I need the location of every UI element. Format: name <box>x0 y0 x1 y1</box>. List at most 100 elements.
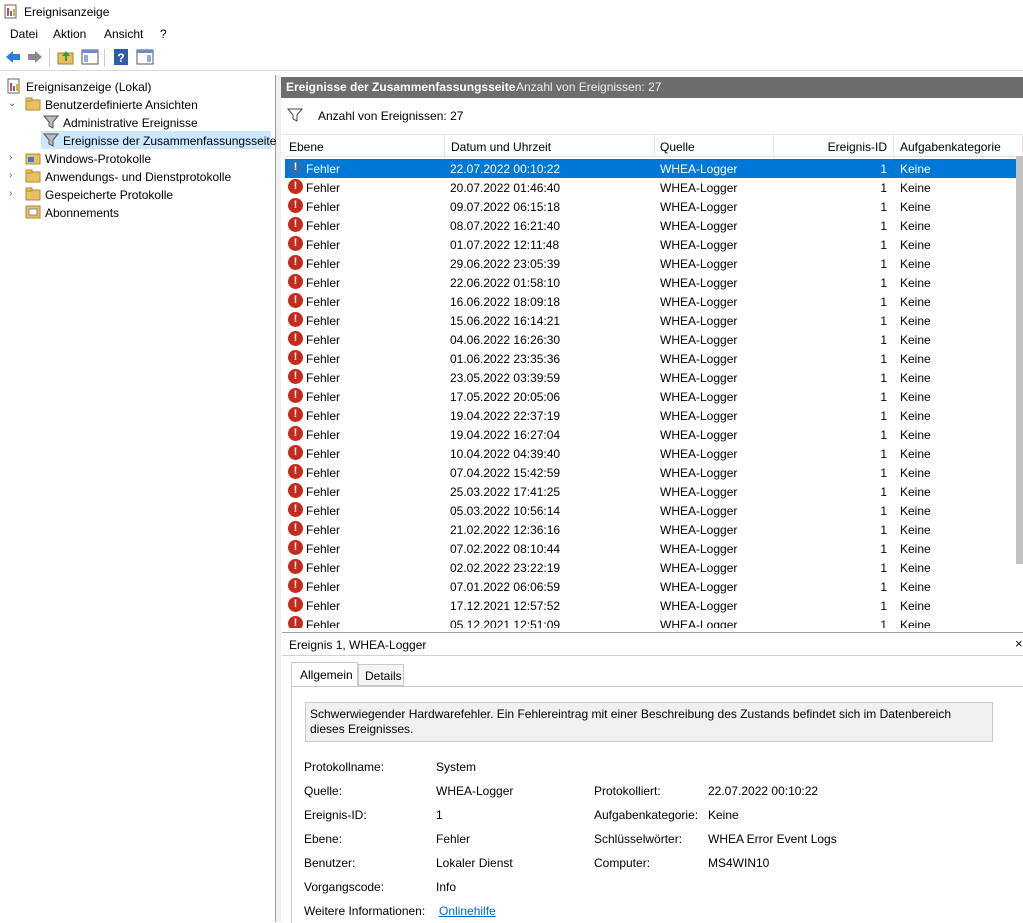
chevron-right-icon[interactable]: › <box>9 188 12 199</box>
event-viewer-app-icon <box>4 4 17 19</box>
table-row[interactable]: ! Fehler 07.02.2022 08:10:44 WHEA-Logger 1 Ke… <box>285 539 1016 558</box>
column-header-datetime[interactable]: Datum und Uhrzeit <box>445 135 655 157</box>
error-icon: ! <box>288 312 303 327</box>
error-icon: ! <box>288 255 303 270</box>
cell-source: WHEA-Logger <box>660 200 738 214</box>
back-arrow-icon[interactable] <box>4 49 22 65</box>
pane-splitter[interactable] <box>276 75 281 922</box>
table-row[interactable]: ! Fehler 01.07.2022 12:11:48 WHEA-Logger 1 Ke… <box>285 235 1016 254</box>
folder-icon <box>25 153 41 165</box>
field-value-log-name: System <box>436 760 477 774</box>
table-row[interactable]: ! Fehler 20.07.2022 01:46:40 WHEA-Logger 1 Ke… <box>285 178 1016 197</box>
cell-event-id: 1 <box>880 333 887 347</box>
error-icon: ! <box>288 464 303 479</box>
table-row[interactable]: ! Fehler 05.03.2022 10:56:14 WHEA-Logger 1 Ke… <box>285 501 1016 520</box>
cell-event-id: 1 <box>880 314 887 328</box>
cell-datetime: 20.07.2022 01:46:40 <box>450 181 561 195</box>
help-icon[interactable]: ? <box>112 49 130 65</box>
tab-allgemein[interactable]: Allgemein <box>291 662 358 687</box>
chevron-right-icon[interactable]: › <box>9 170 12 181</box>
chevron-down-icon[interactable]: ⌄ <box>8 98 16 109</box>
close-icon[interactable]: × <box>1015 636 1023 651</box>
cell-event-id: 1 <box>880 276 887 290</box>
cell-level: Fehler <box>306 485 341 499</box>
cell-level: Fehler <box>306 447 341 461</box>
table-row[interactable]: ! Fehler 19.04.2022 16:27:04 WHEA-Logger 1 Ke… <box>285 425 1016 444</box>
field-label-task-category: Aufgabenkategorie: <box>594 808 699 822</box>
cell-event-id: 1 <box>880 485 887 499</box>
cell-datetime: 23.05.2022 03:39:59 <box>450 371 561 385</box>
tree-item-root[interactable]: Ereignisanzeige (Lokal) <box>6 77 266 95</box>
detail-title: Ereignis 1, WHEA-Logger <box>289 638 427 652</box>
table-row[interactable]: ! Fehler 05.12.2021 12:51:09 WHEA-Logger 1 Ke… <box>285 615 1016 628</box>
table-row[interactable]: ! Fehler 29.06.2022 23:05:39 WHEA-Logger 1 Ke… <box>285 254 1016 273</box>
table-row[interactable]: ! Fehler 16.06.2022 18:09:18 WHEA-Logger 1 Ke… <box>285 292 1016 311</box>
detail-header: Ereignis 1, WHEA-Logger × <box>282 633 1023 656</box>
cell-event-id: 1 <box>880 219 887 233</box>
tree-item-custom-views[interactable]: Benutzerdefinierte Ansichten <box>25 95 265 113</box>
menu-ansicht[interactable]: Ansicht <box>104 27 143 41</box>
tree-item-windows-logs[interactable]: Windows-Protokolle <box>25 149 265 167</box>
tree-item-summary-events[interactable]: Ereignisse der Zusammenfassungsseite <box>41 131 276 149</box>
tree-item-app-service-logs[interactable]: Anwendungs- und Dienstprotokolle <box>25 167 265 185</box>
column-header-level[interactable]: Ebene <box>283 135 445 157</box>
table-row[interactable]: ! Fehler 21.02.2022 12:36:16 WHEA-Logger 1 Ke… <box>285 520 1016 539</box>
filter-icon <box>287 108 303 122</box>
tree-item-admin-events[interactable]: Administrative Ereignisse <box>43 113 263 131</box>
table-row[interactable]: ! Fehler 15.06.2022 16:14:21 WHEA-Logger 1 Ke… <box>285 311 1016 330</box>
table-row[interactable]: ! Fehler 07.01.2022 06:06:59 WHEA-Logger 1 Ke… <box>285 577 1016 596</box>
column-header-event-id[interactable]: Ereignis-ID <box>774 135 894 157</box>
cell-event-id: 1 <box>880 580 887 594</box>
table-row[interactable]: ! Fehler 19.04.2022 22:37:19 WHEA-Logger 1 Ke… <box>285 406 1016 425</box>
field-value-user: Lokaler Dienst <box>436 856 513 870</box>
cell-level: Fehler <box>306 314 341 328</box>
field-label-logged: Protokolliert: <box>594 784 661 798</box>
table-row[interactable]: ! Fehler 09.07.2022 06:15:18 WHEA-Logger 1 Ke… <box>285 197 1016 216</box>
tree-item-subscriptions[interactable]: Abonnements <box>25 203 265 221</box>
menu-aktion[interactable]: Aktion <box>53 27 86 41</box>
menu-datei[interactable]: Datei <box>10 27 38 41</box>
menu-help[interactable]: ? <box>160 27 167 41</box>
show-hide-tree-icon[interactable] <box>81 49 99 65</box>
online-help-link[interactable]: Onlinehilfe <box>439 904 496 918</box>
cell-task-category: Keine <box>900 162 931 176</box>
table-row[interactable]: ! Fehler 23.05.2022 03:39:59 WHEA-Logger 1 Ke… <box>285 368 1016 387</box>
cell-datetime: 17.12.2021 12:57:52 <box>450 599 561 613</box>
table-row[interactable]: ! Fehler 17.05.2022 20:05:06 WHEA-Logger 1 Ke… <box>285 387 1016 406</box>
cell-level: Fehler <box>306 276 341 290</box>
error-icon: ! <box>288 160 303 175</box>
cell-task-category: Keine <box>900 466 931 480</box>
cell-datetime: 08.07.2022 16:21:40 <box>450 219 561 233</box>
cell-datetime: 21.02.2022 12:36:16 <box>450 523 561 537</box>
chevron-right-icon[interactable]: › <box>9 152 12 163</box>
table-row[interactable]: ! Fehler 22.07.2022 00:10:22 WHEA-Logger 1 Ke… <box>285 159 1016 178</box>
table-row[interactable]: ! Fehler 01.06.2022 23:35:36 WHEA-Logger 1 Ke… <box>285 349 1016 368</box>
folder-up-icon[interactable] <box>57 49 75 65</box>
table-row[interactable]: ! Fehler 25.03.2022 17:41:25 WHEA-Logger 1 Ke… <box>285 482 1016 501</box>
table-row[interactable]: ! Fehler 22.06.2022 01:58:10 WHEA-Logger 1 Ke… <box>285 273 1016 292</box>
show-hide-action-pane-icon[interactable] <box>136 49 154 65</box>
cell-level: Fehler <box>306 504 341 518</box>
table-row[interactable]: ! Fehler 08.07.2022 16:21:40 WHEA-Logger 1 Ke… <box>285 216 1016 235</box>
cell-level: Fehler <box>306 219 341 233</box>
table-row[interactable]: ! Fehler 07.04.2022 15:42:59 WHEA-Logger 1 Ke… <box>285 463 1016 482</box>
column-header-source[interactable]: Quelle <box>655 135 774 157</box>
table-row[interactable]: ! Fehler 10.04.2022 04:39:40 WHEA-Logger 1 Ke… <box>285 444 1016 463</box>
table-row[interactable]: ! Fehler 04.06.2022 16:26:30 WHEA-Logger 1 Ke… <box>285 330 1016 349</box>
cell-event-id: 1 <box>880 371 887 385</box>
cell-source: WHEA-Logger <box>660 447 738 461</box>
filter-bar: Anzahl von Ereignissen: 27 <box>283 104 1023 128</box>
cell-datetime: 17.05.2022 20:05:06 <box>450 390 561 404</box>
column-header-task-category[interactable]: Aufgabenkategorie <box>894 135 1023 157</box>
table-row[interactable]: ! Fehler 17.12.2021 12:57:52 WHEA-Logger 1 Ke… <box>285 596 1016 615</box>
cell-event-id: 1 <box>880 447 887 461</box>
table-row[interactable]: ! Fehler 02.02.2022 23:22:19 WHEA-Logger 1 Ke… <box>285 558 1016 577</box>
tree-item-saved-logs[interactable]: Gespeicherte Protokolle <box>25 185 265 203</box>
folder-icon <box>25 97 41 111</box>
tree-label: Benutzerdefinierte Ansichten <box>45 98 198 112</box>
cell-task-category: Keine <box>900 428 931 442</box>
scrollbar[interactable] <box>1016 156 1023 564</box>
forward-arrow-icon[interactable] <box>26 49 44 65</box>
tab-details[interactable]: Details <box>358 664 404 686</box>
cell-task-category: Keine <box>900 447 931 461</box>
